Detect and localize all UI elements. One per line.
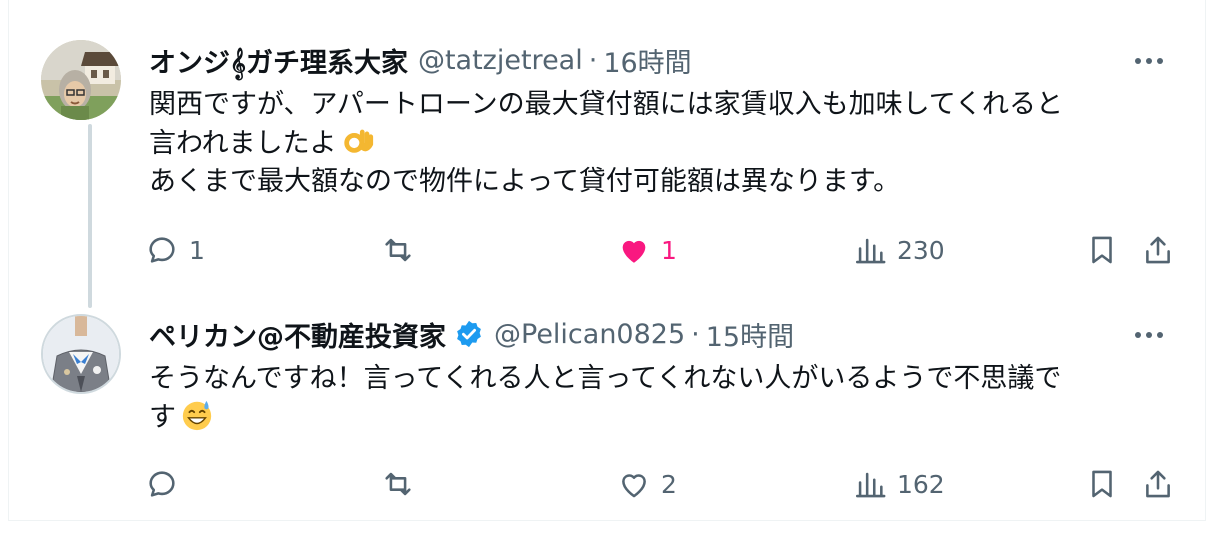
share-button[interactable] — [1141, 462, 1175, 506]
timestamp[interactable]: 16時間 — [603, 41, 691, 80]
like-button[interactable]: 2 — [617, 462, 677, 506]
ok-hand-icon — [343, 129, 373, 153]
verified-badge-icon — [457, 320, 481, 348]
post-actions: 1 1 230 — [145, 228, 1185, 272]
user-handle[interactable]: @tatzjetreal — [418, 45, 583, 76]
more-options-button[interactable] — [1129, 320, 1169, 350]
heart-icon — [622, 474, 646, 498]
repost-icon — [385, 472, 411, 496]
like-count: 1 — [661, 235, 677, 265]
reply-button[interactable] — [145, 462, 189, 506]
reply-icon — [149, 237, 175, 263]
views-button[interactable]: 230 — [853, 228, 945, 272]
views-icon — [855, 238, 886, 264]
views-icon — [855, 472, 886, 498]
thread-container: オンジ𝄞ガチ理系大家 @tatzjetreal · 16時間 関西ですが、アパー… — [8, 0, 1206, 521]
share-button[interactable] — [1141, 228, 1175, 272]
more-icon — [1135, 332, 1163, 338]
timestamp[interactable]: 15時間 — [706, 315, 794, 354]
grinning-sweat-icon — [182, 400, 212, 431]
post-text: 関西ですが、アパートローンの最大貸付額には家賃収入も加味してくれると 言われまし… — [149, 86, 1179, 201]
user-handle[interactable]: @Pelican0825 — [494, 319, 685, 350]
share-icon — [1146, 470, 1170, 498]
heart-filled-icon — [622, 240, 646, 263]
separator-dot: · — [588, 44, 598, 76]
post-text: そうなんですね！言ってくれる人と言ってくれない人がいるようで不思議で す — [149, 360, 1179, 437]
views-count: 230 — [897, 235, 945, 265]
post-header: オンジ𝄞ガチ理系大家 @tatzjetreal · 16時間 — [149, 41, 692, 80]
display-name[interactable]: ペリカン@不動産投資家 — [149, 315, 446, 354]
bookmark-button[interactable] — [1085, 228, 1119, 272]
post-header: ペリカン@不動産投資家 @Pelican0825 · 15時間 — [149, 315, 794, 354]
like-count: 2 — [661, 469, 677, 499]
post-text-line-with-emoji: す — [149, 398, 1179, 437]
post-text-line-with-emoji: 言われましたよ — [149, 124, 1179, 163]
bookmark-icon — [1092, 470, 1112, 498]
avatar[interactable] — [41, 40, 121, 120]
repost-button[interactable] — [381, 228, 425, 272]
repost-button[interactable] — [381, 462, 425, 506]
post-text-line: す — [149, 402, 176, 433]
avatar[interactable] — [41, 314, 121, 394]
views-button[interactable]: 162 — [853, 462, 945, 506]
post-actions: 2 162 — [145, 462, 1185, 506]
like-button[interactable]: 1 — [617, 228, 677, 272]
reply-button[interactable]: 1 — [145, 228, 205, 272]
reply-icon — [149, 471, 175, 497]
post-text-line: 言われましたよ — [149, 128, 337, 159]
post-text-line: あくまで最大額なので物件によって貸付可能額は異なります。 — [149, 166, 901, 197]
bookmark-button[interactable] — [1085, 462, 1119, 506]
bookmark-icon — [1092, 236, 1112, 264]
views-count: 162 — [897, 469, 945, 499]
post-text-line: 関西ですが、アパートローンの最大貸付額には家賃収入も加味してくれると — [149, 89, 1063, 120]
repost-icon — [385, 238, 411, 262]
reply-count: 1 — [189, 235, 205, 265]
share-icon — [1146, 236, 1170, 264]
more-icon — [1135, 58, 1163, 64]
display-name[interactable]: オンジ𝄞ガチ理系大家 — [149, 41, 408, 80]
thread-connector-line — [88, 124, 92, 308]
separator-dot: · — [691, 318, 700, 350]
more-options-button[interactable] — [1129, 46, 1169, 76]
post-text-line: そうなんですね！言ってくれる人と言ってくれない人がいるようで不思議で — [149, 363, 1062, 394]
